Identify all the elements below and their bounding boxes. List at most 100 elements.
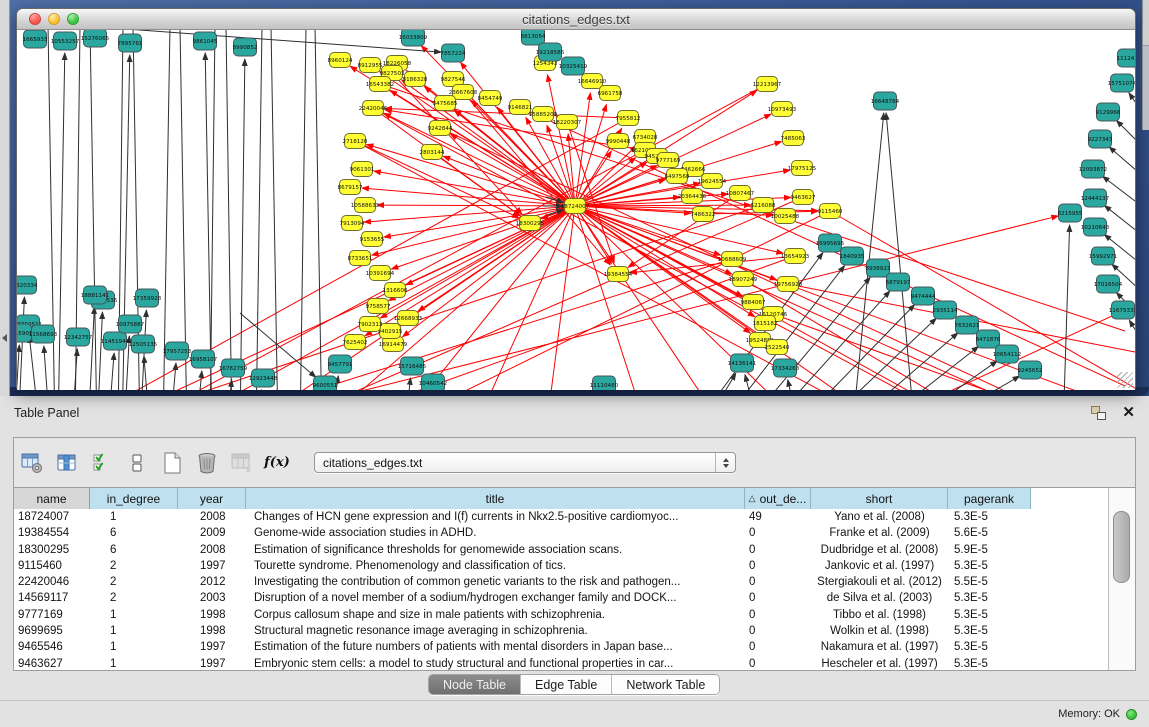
column-header-pagerank[interactable]: pagerank <box>948 488 1031 509</box>
select-all-checks-icon[interactable] <box>90 451 114 475</box>
graph-node[interactable]: 18907249 <box>729 272 758 287</box>
table-cell[interactable]: 5.3E-5 <box>948 607 1031 623</box>
graph-node[interactable]: 10325419 <box>559 57 588 75</box>
column-header-short[interactable]: short <box>811 488 948 509</box>
graph-node[interactable]: 6216088 <box>751 198 776 213</box>
graph-node[interactable]: 9245652 <box>1018 361 1043 379</box>
graph-node[interactable]: 7625402 <box>343 335 368 350</box>
graph-node[interactable]: 10588633 <box>351 198 380 213</box>
graph-node[interactable]: 16033809 <box>399 30 428 46</box>
table-cell[interactable]: 0 <box>745 542 811 558</box>
graph-node[interactable]: 9600551 <box>313 376 338 390</box>
graph-node[interactable]: 14136141 <box>728 354 757 372</box>
graph-node[interactable]: 7485063 <box>781 131 806 146</box>
tab-node-table[interactable]: Node Table <box>429 675 521 694</box>
graph-node[interactable]: 15751074 <box>1108 74 1135 92</box>
table-settings-icon[interactable] <box>20 451 44 475</box>
graph-node[interactable]: 12093872 <box>1079 160 1107 178</box>
table-cell[interactable]: 1997 <box>178 656 246 670</box>
graph-node[interactable]: 18724007 <box>561 199 590 214</box>
graph-node[interactable]: 19384554 <box>604 267 633 282</box>
table-cell[interactable]: Estimation of the future numbers of pati… <box>246 639 745 655</box>
table-cell[interactable]: Stergiakouli et al. (2012) <box>811 574 948 590</box>
graph-node[interactable]: 9758577 <box>366 299 391 314</box>
table-row[interactable]: 1456911722003Disruption of a novel membe… <box>14 590 1108 606</box>
table-cell[interactable]: 2008 <box>178 542 246 558</box>
graph-node[interactable]: 18220307 <box>553 115 582 130</box>
table-cell[interactable]: 5.5E-5 <box>948 574 1031 590</box>
graph-node[interactable]: 7632621 <box>955 316 980 334</box>
graph-node[interactable]: 11675333 <box>1109 301 1135 319</box>
close-panel-icon[interactable]: ✕ <box>1122 406 1135 420</box>
table-cell[interactable]: 0 <box>745 607 811 623</box>
table-cell[interactable]: Tourette syndrome. Phenomenology and cla… <box>246 558 745 574</box>
graph-node[interactable]: 8471876 <box>976 330 1001 348</box>
graph-node[interactable]: 9227343 <box>1088 130 1113 148</box>
graph-node[interactable]: 17957253 <box>163 342 192 360</box>
graph-node[interactable]: 12668933 <box>394 311 423 326</box>
graph-node[interactable]: 1112437 <box>1117 49 1135 67</box>
panel-collapse-arrow-icon[interactable] <box>2 334 7 342</box>
table-row[interactable]: 946554611997Estimation of the future num… <box>14 639 1108 655</box>
table-cell[interactable]: 2012 <box>178 574 246 590</box>
graph-node[interactable]: 16648784 <box>871 92 900 110</box>
table-cell[interactable]: 0 <box>745 574 811 590</box>
graph-node[interactable]: 2718120 <box>343 134 368 149</box>
graph-node[interactable]: 12505135 <box>129 335 158 353</box>
graph-node[interactable]: 10688609 <box>718 252 747 267</box>
graph-node[interactable]: 9115460 <box>818 204 843 219</box>
table-cell[interactable]: 5.6E-5 <box>948 525 1031 541</box>
table-cell[interactable]: 5.3E-5 <box>948 558 1031 574</box>
graph-node[interactable]: 7955812 <box>616 111 641 126</box>
new-table-icon[interactable] <box>160 451 184 475</box>
graph-node[interactable]: 11110480 <box>590 376 619 390</box>
column-header-title[interactable]: title <box>246 488 745 509</box>
table-cell[interactable]: 22420046 <box>14 574 90 590</box>
vertical-scrollbar[interactable] <box>1108 488 1135 670</box>
tab-edge-table[interactable]: Edge Table <box>521 675 612 694</box>
table-cell[interactable]: 49 <box>745 509 811 525</box>
table-cell[interactable]: Jankovic et al. (1997) <box>811 558 948 574</box>
table-cell[interactable]: 2 <box>90 590 178 606</box>
table-cell[interactable]: Dudbridge et al. (2008) <box>811 542 948 558</box>
graph-node[interactable]: 15716485 <box>398 357 427 375</box>
table-row[interactable]: 2242004622012Investigating the contribut… <box>14 574 1108 590</box>
column-chooser-icon[interactable] <box>125 451 149 475</box>
graph-node[interactable]: 9990448 <box>606 134 631 149</box>
graph-node[interactable]: 7486322 <box>691 207 716 222</box>
table-cell[interactable]: 1 <box>90 639 178 655</box>
table-cell[interactable]: 1 <box>90 623 178 639</box>
table-cell[interactable]: 1 <box>90 607 178 623</box>
graph-node[interactable]: 2522540 <box>765 340 790 355</box>
graph-node[interactable]: 9777169 <box>656 153 681 168</box>
graph-node[interactable]: 13654923 <box>781 249 810 264</box>
table-cell[interactable]: 2008 <box>178 509 246 525</box>
table-cell[interactable]: 9465546 <box>14 639 90 655</box>
graph-node[interactable]: 10973493 <box>768 102 797 117</box>
graph-node[interactable]: 12444137 <box>1081 189 1110 207</box>
graph-node[interactable]: 8990852 <box>233 38 258 56</box>
memory-status-indicator[interactable] <box>1126 709 1137 720</box>
network-canvas[interactable]: 1872400789601248912955182260589827503165… <box>17 30 1135 390</box>
graph-node[interactable]: 18300295 <box>516 216 545 231</box>
graph-node[interactable]: 2803144 <box>420 145 445 160</box>
scrollbar-thumb[interactable] <box>1113 511 1130 583</box>
graph-node[interactable]: 1316600 <box>383 283 408 298</box>
graph-node[interactable]: 8186328 <box>403 72 428 87</box>
graph-node[interactable]: 12923448 <box>249 369 278 387</box>
table-cell[interactable]: 5.9E-5 <box>948 542 1031 558</box>
graph-node[interactable]: 17359928 <box>133 289 162 307</box>
table-cell[interactable]: 0 <box>745 590 811 606</box>
graph-node[interactable]: 19218586 <box>536 43 565 61</box>
graph-node[interactable]: 9153655 <box>360 232 385 247</box>
graph-node[interactable]: 7902313 <box>358 317 383 332</box>
table-cell[interactable]: 9115460 <box>14 558 90 574</box>
table-cell[interactable]: Embryonic stem cells: a model to study s… <box>246 656 745 670</box>
float-panel-icon[interactable] <box>1091 406 1106 420</box>
graph-node[interactable]: 16958107 <box>189 350 218 368</box>
table-row[interactable]: 1872400712008Changes of HCN gene express… <box>14 509 1108 525</box>
table-select-dropdown[interactable]: citations_edges.txt <box>314 452 736 473</box>
table-row[interactable]: 977716911998Corpus callosum shape and si… <box>14 607 1108 623</box>
table-cell[interactable]: 5.3E-5 <box>948 623 1031 639</box>
window-resize-grip[interactable] <box>1117 372 1133 388</box>
